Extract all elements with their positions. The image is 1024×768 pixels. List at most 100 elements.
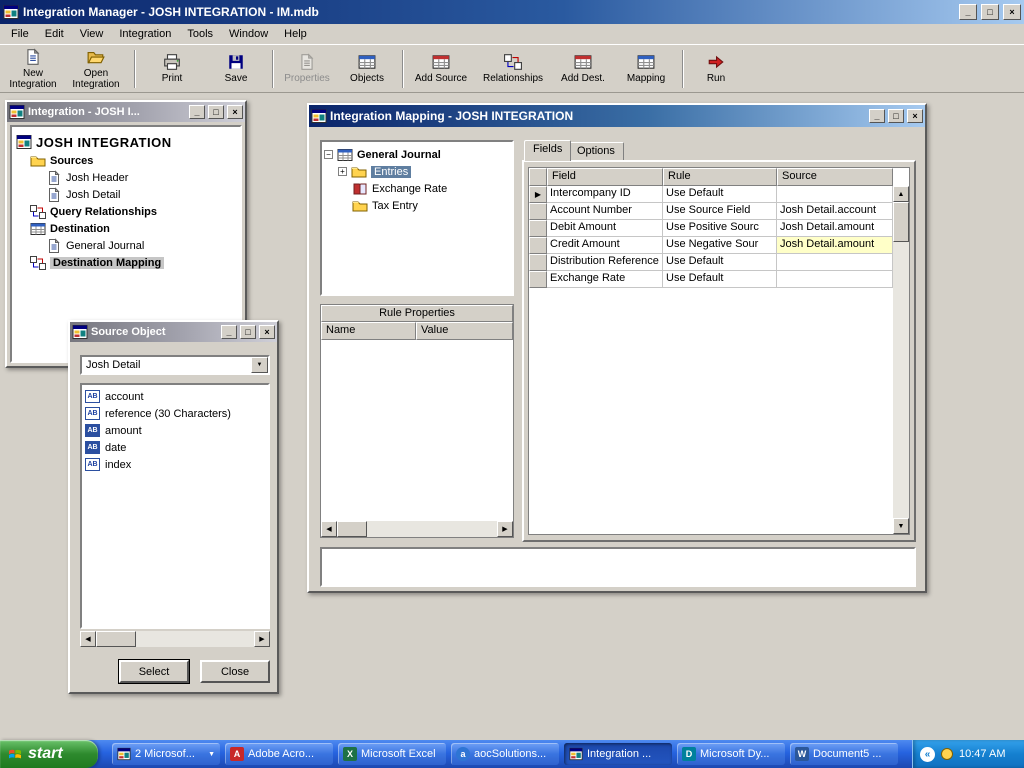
- row-selector[interactable]: [529, 220, 547, 237]
- open-integration-button[interactable]: Open Integration: [62, 47, 130, 91]
- source-maximize-button[interactable]: □: [240, 325, 256, 339]
- tree-item-josh-header[interactable]: Josh Header: [14, 169, 238, 186]
- field-column-header[interactable]: Field: [547, 168, 663, 186]
- scrollbar-thumb[interactable]: [96, 631, 136, 647]
- print-button[interactable]: Print: [140, 47, 204, 91]
- field-cell[interactable]: Exchange Rate: [547, 271, 663, 288]
- scrollbar-thumb[interactable]: [337, 521, 367, 537]
- combobox-dropdown-button[interactable]: ▼: [251, 357, 268, 373]
- save-button[interactable]: Save: [204, 47, 268, 91]
- list-item-amount[interactable]: AB amount: [83, 422, 267, 439]
- main-minimize-button[interactable]: _: [959, 4, 977, 20]
- tree-item-josh-detail[interactable]: Josh Detail: [14, 186, 238, 203]
- taskbar-item-aocsolutions[interactable]: a aocSolutions...: [451, 743, 559, 765]
- source-object-titlebar[interactable]: Source Object _ □ ×: [70, 322, 277, 342]
- objects-button[interactable]: Objects: [336, 47, 398, 91]
- taskbar-item-excel[interactable]: X Microsoft Excel: [338, 743, 446, 765]
- relationships-button[interactable]: Relationships: [474, 47, 552, 91]
- integration-close-button[interactable]: ×: [227, 105, 243, 119]
- tree-item-exchange-rate[interactable]: Exchange Rate: [324, 180, 510, 197]
- source-cell[interactable]: Josh Detail.amount: [777, 220, 893, 237]
- tree-item-entries[interactable]: + Entries: [324, 163, 510, 180]
- rule-properties-hscrollbar[interactable]: ◀ ▶: [321, 521, 513, 537]
- taskbar-item-word[interactable]: W Document5 ...: [790, 743, 898, 765]
- close-button[interactable]: Close: [200, 660, 270, 683]
- scroll-down-button[interactable]: ▼: [893, 518, 909, 534]
- rule-value-column-header[interactable]: Value: [416, 322, 513, 340]
- rule-cell[interactable]: Use Default: [663, 186, 777, 203]
- menu-integration[interactable]: Integration: [111, 25, 179, 43]
- scroll-right-button[interactable]: ▶: [254, 631, 270, 647]
- taskbar-item-dynamics[interactable]: D Microsoft Dy...: [677, 743, 785, 765]
- mapping-minimize-button[interactable]: _: [869, 109, 885, 123]
- tree-root-josh-integration[interactable]: JOSH INTEGRATION: [14, 132, 238, 152]
- list-item-account[interactable]: AB account: [83, 388, 267, 405]
- source-column-header[interactable]: Source: [777, 168, 893, 186]
- grid-row[interactable]: Debit Amount Use Positive Sourc Josh Det…: [529, 220, 909, 237]
- select-button[interactable]: Select: [119, 660, 189, 683]
- row-selector[interactable]: [529, 237, 547, 254]
- tree-item-query-relationships[interactable]: Query Relationships: [14, 203, 238, 220]
- expand-box-icon[interactable]: +: [338, 167, 347, 176]
- source-minimize-button[interactable]: _: [221, 325, 237, 339]
- mapping-close-button[interactable]: ×: [907, 109, 923, 123]
- menu-window[interactable]: Window: [221, 25, 276, 43]
- main-restore-button[interactable]: □: [981, 4, 999, 20]
- source-cell[interactable]: Josh Detail.account: [777, 203, 893, 220]
- tree-item-destination[interactable]: Destination: [14, 220, 238, 237]
- grid-row[interactable]: Distribution Reference Use Default: [529, 254, 909, 271]
- field-cell[interactable]: Intercompany ID: [547, 186, 663, 203]
- scroll-left-button[interactable]: ◀: [321, 521, 337, 537]
- scrollbar-track[interactable]: [893, 242, 909, 518]
- source-cell[interactable]: [777, 254, 893, 271]
- rule-cell[interactable]: Use Positive Sourc: [663, 220, 777, 237]
- source-cell-selected[interactable]: Josh Detail.amount: [777, 237, 893, 254]
- tray-collapse-chevron-icon[interactable]: «: [920, 747, 935, 762]
- menu-file[interactable]: File: [3, 25, 37, 43]
- run-button[interactable]: Run: [688, 47, 744, 91]
- grid-vscrollbar[interactable]: ▲ ▼: [893, 186, 909, 534]
- grid-row[interactable]: Credit Amount Use Negative Sour Josh Det…: [529, 237, 909, 254]
- scrollbar-track[interactable]: [367, 521, 497, 537]
- tab-fields[interactable]: Fields: [524, 140, 571, 161]
- menu-help[interactable]: Help: [276, 25, 315, 43]
- start-button[interactable]: start: [0, 740, 98, 768]
- row-selector[interactable]: [529, 254, 547, 271]
- mapping-window-titlebar[interactable]: Integration Mapping - JOSH INTEGRATION _…: [309, 105, 925, 127]
- scroll-left-button[interactable]: ◀: [80, 631, 96, 647]
- add-source-button[interactable]: Add Source: [408, 47, 474, 91]
- integration-window-titlebar[interactable]: Integration - JOSH I... _ □ ×: [7, 102, 245, 122]
- grid-row[interactable]: Account Number Use Source Field Josh Det…: [529, 203, 909, 220]
- main-close-button[interactable]: ×: [1003, 4, 1021, 20]
- rule-cell[interactable]: Use Default: [663, 271, 777, 288]
- scroll-up-button[interactable]: ▲: [893, 186, 909, 202]
- source-cell[interactable]: [777, 271, 893, 288]
- taskbar-item-grouped-microsoft[interactable]: 2 Microsof... ▼: [112, 743, 220, 765]
- taskbar-item-integration-active[interactable]: Integration ...: [564, 743, 672, 765]
- collapse-box-icon[interactable]: −: [324, 150, 333, 159]
- menu-edit[interactable]: Edit: [37, 25, 72, 43]
- tree-item-general-journal[interactable]: General Journal: [14, 237, 238, 254]
- rule-cell[interactable]: Use Default: [663, 254, 777, 271]
- scroll-right-button[interactable]: ▶: [497, 521, 513, 537]
- row-selector-current[interactable]: ▶: [529, 186, 547, 203]
- source-cell[interactable]: [777, 186, 893, 203]
- mapping-maximize-button[interactable]: □: [888, 109, 904, 123]
- field-cell[interactable]: Debit Amount: [547, 220, 663, 237]
- scrollbar-thumb[interactable]: [893, 202, 909, 242]
- taskbar-item-adobe[interactable]: A Adobe Acro...: [225, 743, 333, 765]
- row-selector[interactable]: [529, 203, 547, 220]
- listbox-hscrollbar[interactable]: ◀ ▶: [80, 631, 270, 647]
- tree-item-destination-mapping[interactable]: Destination Mapping: [14, 254, 238, 271]
- integration-maximize-button[interactable]: □: [208, 105, 224, 119]
- field-cell[interactable]: Account Number: [547, 203, 663, 220]
- rule-name-column-header[interactable]: Name: [321, 322, 416, 340]
- new-integration-button[interactable]: New Integration: [4, 47, 62, 91]
- rule-cell[interactable]: Use Source Field: [663, 203, 777, 220]
- menu-view[interactable]: View: [72, 25, 112, 43]
- field-cell[interactable]: Distribution Reference: [547, 254, 663, 271]
- tree-root-general-journal[interactable]: − General Journal: [324, 146, 510, 163]
- rule-column-header[interactable]: Rule: [663, 168, 777, 186]
- mapping-button[interactable]: Mapping: [614, 47, 678, 91]
- scrollbar-track[interactable]: [136, 631, 254, 647]
